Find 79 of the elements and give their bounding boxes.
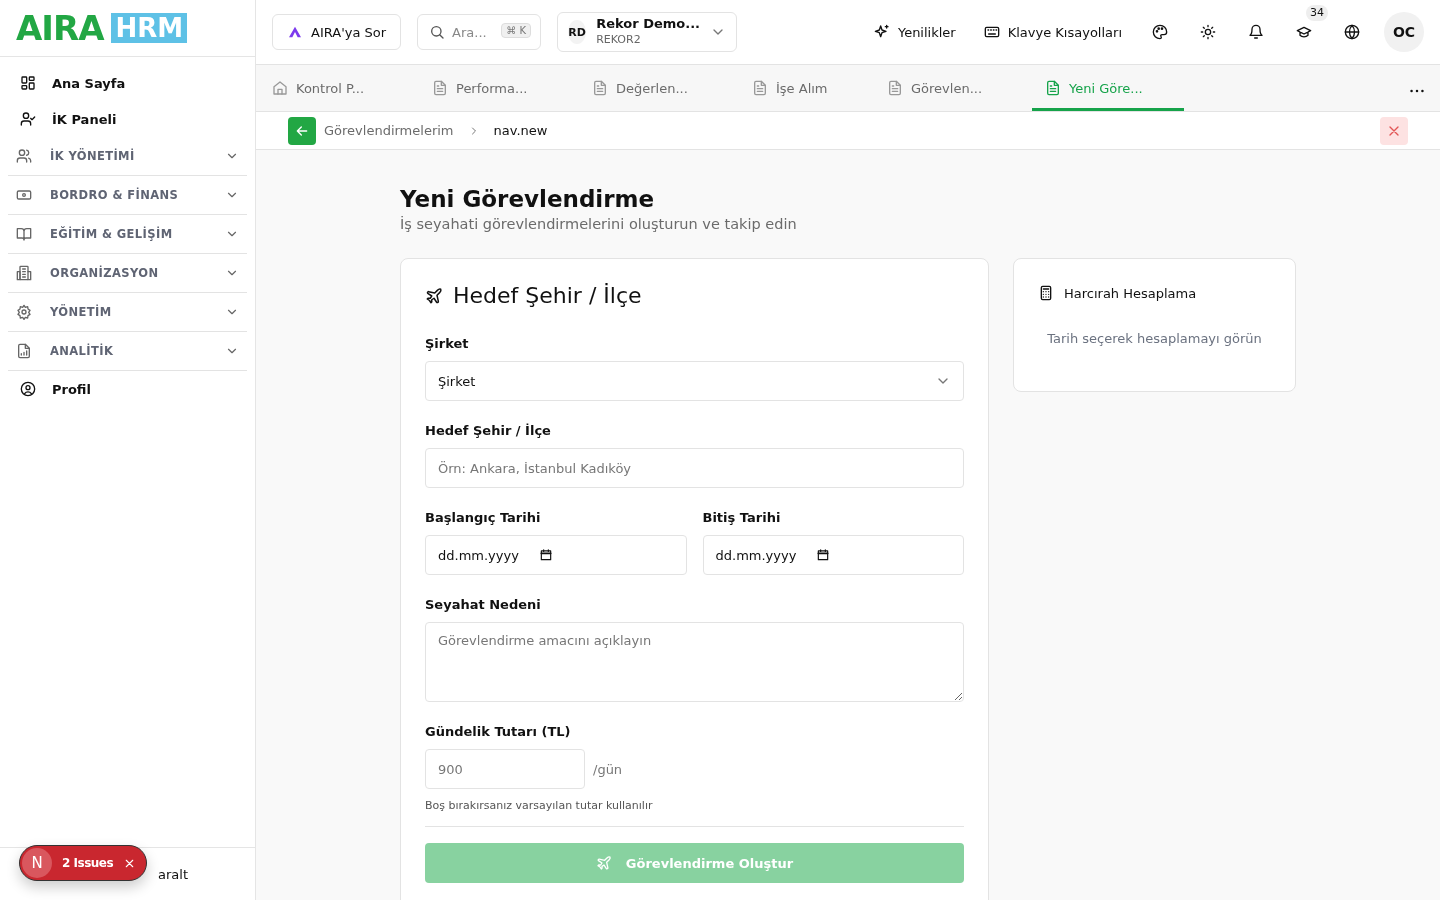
ask-button[interactable]: AIRA'ya Sor <box>272 14 402 50</box>
sidebar-item[interactable]: İK YÖNETİMİ <box>8 137 247 176</box>
document-icon <box>432 80 448 96</box>
breadcrumb-link[interactable]: Görevlendirmelerim <box>324 123 454 138</box>
sidebar-item[interactable]: ORGANİZASYON <box>8 254 247 293</box>
company-select[interactable]: Şirket <box>425 361 964 401</box>
house-icon <box>272 80 288 96</box>
document-icon <box>1045 80 1061 96</box>
tab[interactable]: İşe Alım <box>752 65 887 111</box>
company-code: REKOR2 <box>596 33 642 48</box>
city-input[interactable]: Örn: Ankara, İstanbul Kadıköy <box>425 448 964 488</box>
field-label: Seyahat Nedeni <box>425 597 542 612</box>
bell-icon <box>1248 24 1264 40</box>
sidebar-item[interactable]: EĞİTİM & GELİŞİM <box>8 215 247 254</box>
sidebar-item[interactable]: Ana Sayfa <box>8 65 247 101</box>
building-icon <box>16 265 32 281</box>
document-icon <box>592 80 608 96</box>
field-label: Hedef Şehir / İlçe <box>425 423 552 438</box>
field-hint: Boş bırakırsanız varsayılan tutar kullanılır <box>425 799 654 812</box>
user-circle-icon <box>20 381 36 397</box>
issues-label: 2 Issues <box>62 856 114 870</box>
tab[interactable]: Kontrol P... <box>272 65 432 111</box>
issues-badge[interactable]: N 2 Issues <box>19 845 147 881</box>
date-input[interactable]: dd.mm.yyyy <box>425 535 687 575</box>
document-icon <box>752 80 768 96</box>
field-label: Şirket <box>425 336 470 351</box>
graduation-cap-icon <box>1296 24 1312 40</box>
globe-icon <box>1344 24 1360 40</box>
company-avatar: RD <box>568 20 587 44</box>
sidebar-item[interactable]: İK Paneli <box>8 101 247 137</box>
empty-message: Tarih seçerek hesaplamayı görün <box>1046 331 1263 346</box>
search-icon <box>429 24 446 40</box>
field-label: Başlangıç Tarihi <box>425 510 542 525</box>
unit-label: /gün <box>593 761 623 777</box>
banknote-icon <box>16 187 32 203</box>
document-icon <box>887 80 903 96</box>
user-check-icon <box>20 111 36 127</box>
whats-new-button[interactable]: Yenilikler <box>867 24 962 40</box>
tab[interactable]: Görevlen... <box>887 65 1032 111</box>
tab[interactable]: Değerlen... <box>592 65 752 111</box>
calendar-icon <box>816 548 831 562</box>
calculator-icon <box>1038 285 1054 301</box>
company-name: Rekor Demo... <box>596 16 701 34</box>
gear-icon <box>16 304 32 320</box>
card-title: Harcırah Hesaplama <box>1064 285 1197 301</box>
logo-badge: HRM <box>111 13 188 43</box>
keyboard-shortcuts-button[interactable]: Klavye Kısayolları <box>977 24 1128 40</box>
sun-icon <box>1200 24 1216 40</box>
page-title: Yeni Görevlendirme <box>400 186 656 212</box>
sidebar-item[interactable]: YÖNETİM <box>8 293 247 332</box>
date-input[interactable]: dd.mm.yyyy <box>702 535 964 575</box>
chart-file-icon <box>16 343 32 359</box>
page-subtitle: İş seyahati görevlendirmelerini oluşturun ve takip edin <box>400 216 798 232</box>
palette-icon <box>1152 24 1168 40</box>
amount-input[interactable]: 900 <box>425 749 585 789</box>
collapse-label[interactable]: aralt <box>158 866 188 882</box>
keyboard-icon <box>983 24 1000 40</box>
sparkle-icon <box>873 24 890 40</box>
users-icon <box>16 148 32 164</box>
calendar-icon <box>538 548 553 562</box>
book-icon <box>16 226 32 242</box>
count-badge: 34 <box>1306 5 1328 21</box>
shortcut-key: ⌘ K <box>501 23 532 38</box>
sidebar-item[interactable]: BORDRO & FİNANS <box>8 176 247 215</box>
plane-icon <box>425 286 443 305</box>
field-label: Bitiş Tarihi <box>702 510 782 525</box>
tab[interactable]: Performa... <box>432 65 592 111</box>
user-avatar[interactable]: OC <box>1384 12 1424 52</box>
back-button[interactable] <box>288 116 316 145</box>
ellipsis-icon <box>1410 88 1424 93</box>
sidebar-item[interactable]: ANALİTİK <box>8 332 247 371</box>
form-title: Hedef Şehir / İlçe <box>453 283 642 308</box>
field-label: Gündelik Tutarı (TL) <box>425 724 572 739</box>
issues-avatar: N <box>22 848 52 878</box>
logo-wordmark: AIRA <box>16 11 104 45</box>
plane-icon <box>595 855 612 871</box>
reason-textarea[interactable]: Görevlendirme amacını açıklayın <box>425 622 964 702</box>
grid-icon <box>20 75 36 91</box>
sidebar-item[interactable]: Profil <box>8 371 247 407</box>
